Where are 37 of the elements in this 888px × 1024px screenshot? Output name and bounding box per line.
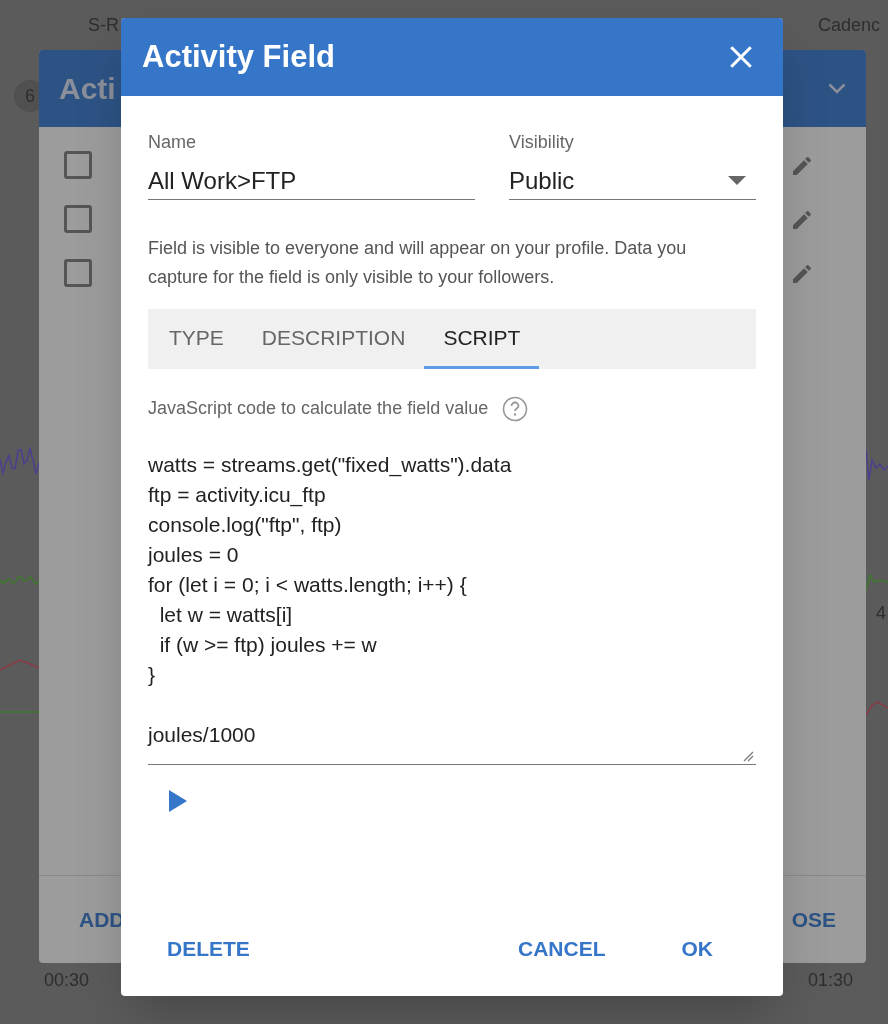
dialog-action-button[interactable]: CANCEL (518, 925, 606, 973)
tab[interactable]: DESCRIPTION (242, 309, 425, 369)
code-line: watts = streams.get("fixed_watts").data (148, 452, 513, 479)
code-line: if (w >= ftp) joules += w (158, 632, 378, 658)
dropdown-caret-icon (728, 175, 746, 186)
play-icon (168, 789, 188, 813)
dialog-title: Acti (59, 71, 116, 107)
visibility-select[interactable]: Public (509, 162, 756, 200)
close-icon (728, 44, 754, 70)
code-line: let w = watts[i] (158, 602, 294, 628)
dialog-title: Activity Field (142, 37, 335, 76)
field-label: Visibility (509, 131, 575, 154)
close-button[interactable]: OSE (791, 903, 836, 936)
name-field[interactable]: All Work>FTP (148, 162, 475, 200)
edit-icon (790, 208, 814, 232)
resize-grip-icon (743, 751, 754, 762)
delete-button[interactable]: DELETE (151, 925, 266, 973)
tab[interactable]: TYPE (150, 309, 243, 369)
code-line: ftp = activity.icu_ftp (148, 482, 327, 509)
code-line: joules/1000 (148, 722, 257, 748)
visibility-description: Field is visible to everyone and will appear on your profile. Data you capture for the field is only visible to your followers. (148, 237, 688, 289)
chevron-down-icon (828, 83, 846, 94)
code-line: console.log("ftp", ftp) (148, 512, 343, 538)
edit-icon (790, 154, 814, 178)
checkbox[interactable] (64, 259, 92, 287)
code-line: for (let i = 0; i < watts.length; i++) { (148, 572, 468, 598)
edit-icon (790, 262, 814, 286)
checkbox[interactable] (64, 205, 92, 233)
code-field[interactable]: watts = streams.get("fixed_watts").data ftp = activity.icu_ftp console.log("ftp", ftp) joules = 0 for (let i = 0; i < watts.length; i++) { let w = watts[i] if (w >= ftp) joules += w } joules/1000 (148, 450, 756, 765)
script-hint: JavaScript code to calculate the field value (148, 397, 489, 420)
code-line: joules = 0 (148, 542, 240, 568)
checkbox[interactable] (64, 151, 92, 179)
field-label: Name (148, 131, 197, 154)
code-line: } (148, 662, 156, 688)
tab[interactable]: SCRIPT (424, 309, 540, 369)
dialog-action-button[interactable]: OK (681, 925, 713, 973)
help-icon[interactable] (502, 395, 529, 422)
